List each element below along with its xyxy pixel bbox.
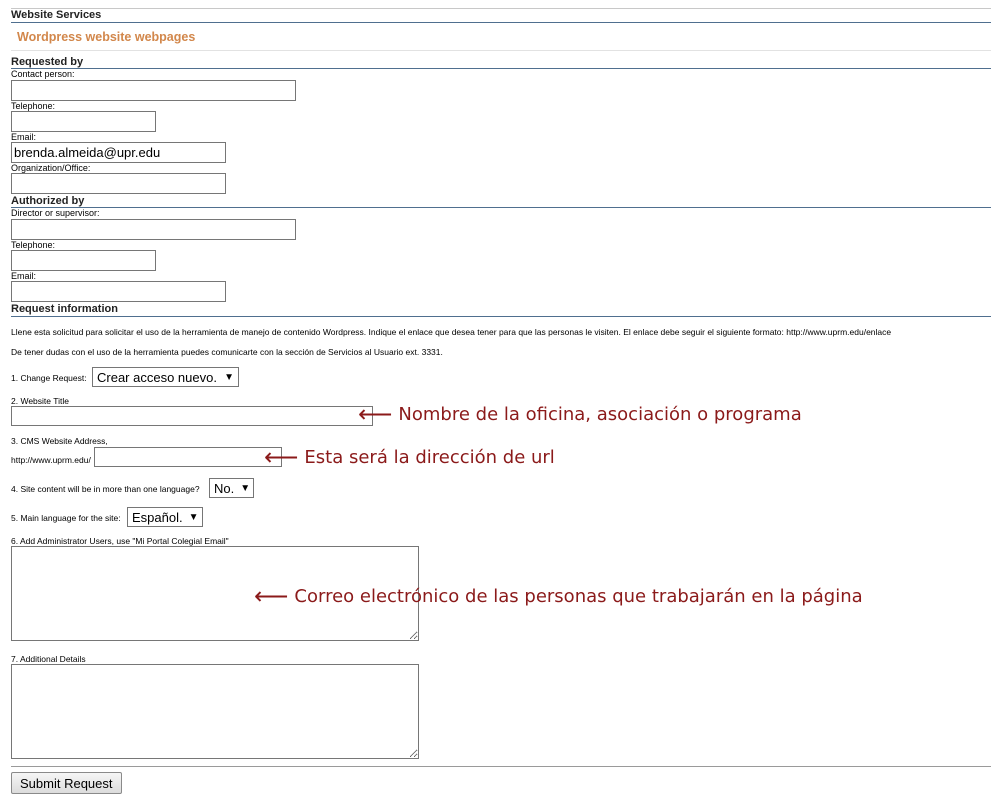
change-request-value: Crear acceso nuevo. bbox=[97, 369, 217, 385]
requester-email-input[interactable] bbox=[11, 142, 226, 163]
multilanguage-select[interactable]: No. ▼ bbox=[209, 478, 254, 498]
requested-by-divider bbox=[11, 68, 991, 69]
chevron-down-icon: ▼ bbox=[188, 511, 199, 523]
requested-by-heading: Requested by bbox=[11, 56, 84, 68]
authorizer-email-label: Email: bbox=[11, 271, 37, 281]
support-text: De tener dudas con el uso de la herramie… bbox=[11, 347, 443, 357]
change-request-select[interactable]: Crear acceso nuevo. ▼ bbox=[92, 367, 239, 387]
page-title: Website Services bbox=[11, 9, 102, 21]
main-language-label: 5. Main language for the site: bbox=[11, 513, 121, 523]
subtitle-divider bbox=[11, 50, 991, 51]
authorizer-email-input[interactable] bbox=[11, 281, 226, 302]
main-language-select[interactable]: Español. ▼ bbox=[127, 507, 203, 527]
request-info-heading: Request information bbox=[11, 303, 118, 315]
chevron-down-icon: ▼ bbox=[224, 371, 234, 383]
submit-request-button[interactable]: Submit Request bbox=[11, 772, 122, 794]
director-input[interactable] bbox=[11, 219, 296, 240]
contact-person-label: Contact person: bbox=[11, 69, 75, 79]
website-title-label: 2. Website Title bbox=[11, 396, 69, 406]
change-request-label: 1. Change Request: bbox=[11, 373, 87, 383]
website-title-input[interactable] bbox=[11, 406, 373, 426]
director-label: Director or supervisor: bbox=[11, 208, 100, 218]
page-subtitle: Wordpress website webpages bbox=[17, 30, 196, 44]
authorized-by-heading: Authorized by bbox=[11, 195, 85, 207]
top-divider bbox=[11, 8, 991, 9]
organization-label: Organization/Office: bbox=[11, 163, 91, 173]
authorized-by-divider bbox=[11, 207, 991, 208]
multilanguage-value: No. bbox=[214, 480, 235, 496]
website-title-hint: Nombre de la oficina, asociación o progr… bbox=[398, 403, 802, 425]
website-title-annotation: ⟵ Nombre de la oficina, asociación o pro… bbox=[358, 402, 802, 426]
admin-users-label: 6. Add Administrator Users, use "Mi Port… bbox=[11, 536, 229, 546]
authorizer-telephone-label: Telephone: bbox=[11, 240, 56, 250]
arrow-left-icon: ⟵ bbox=[264, 443, 299, 471]
cms-url-prefix: http://www.uprm.edu/ bbox=[11, 455, 91, 465]
arrow-left-icon: ⟵ bbox=[254, 582, 289, 610]
bottom-divider bbox=[11, 766, 991, 767]
cms-address-input[interactable] bbox=[94, 447, 282, 467]
chevron-down-icon: ▼ bbox=[240, 482, 251, 494]
admin-users-annotation: ⟵ Correo electrónico de las personas que… bbox=[254, 584, 863, 608]
organization-input[interactable] bbox=[11, 173, 226, 194]
arrow-left-icon: ⟵ bbox=[358, 400, 393, 428]
contact-person-input[interactable] bbox=[11, 80, 296, 101]
cms-address-annotation: ⟵ Esta será la dirección de url bbox=[264, 445, 555, 469]
additional-details-label: 7. Additional Details bbox=[11, 654, 86, 664]
request-info-divider bbox=[11, 316, 991, 317]
requester-telephone-label: Telephone: bbox=[11, 101, 56, 111]
cms-address-hint: Esta será la dirección de url bbox=[304, 446, 555, 468]
instructions-text: Llene esta solicitud para solicitar el u… bbox=[11, 327, 892, 337]
main-language-value: Español. bbox=[132, 509, 183, 525]
multilanguage-label: 4. Site content will be in more than one… bbox=[11, 484, 200, 494]
authorizer-telephone-input[interactable] bbox=[11, 250, 156, 271]
cms-address-label: 3. CMS Website Address, bbox=[11, 436, 108, 446]
title-divider bbox=[11, 22, 991, 23]
requester-email-label: Email: bbox=[11, 132, 37, 142]
admin-users-hint: Correo electrónico de las personas que t… bbox=[294, 585, 863, 607]
requester-telephone-input[interactable] bbox=[11, 111, 156, 132]
additional-details-textarea[interactable] bbox=[11, 664, 419, 759]
